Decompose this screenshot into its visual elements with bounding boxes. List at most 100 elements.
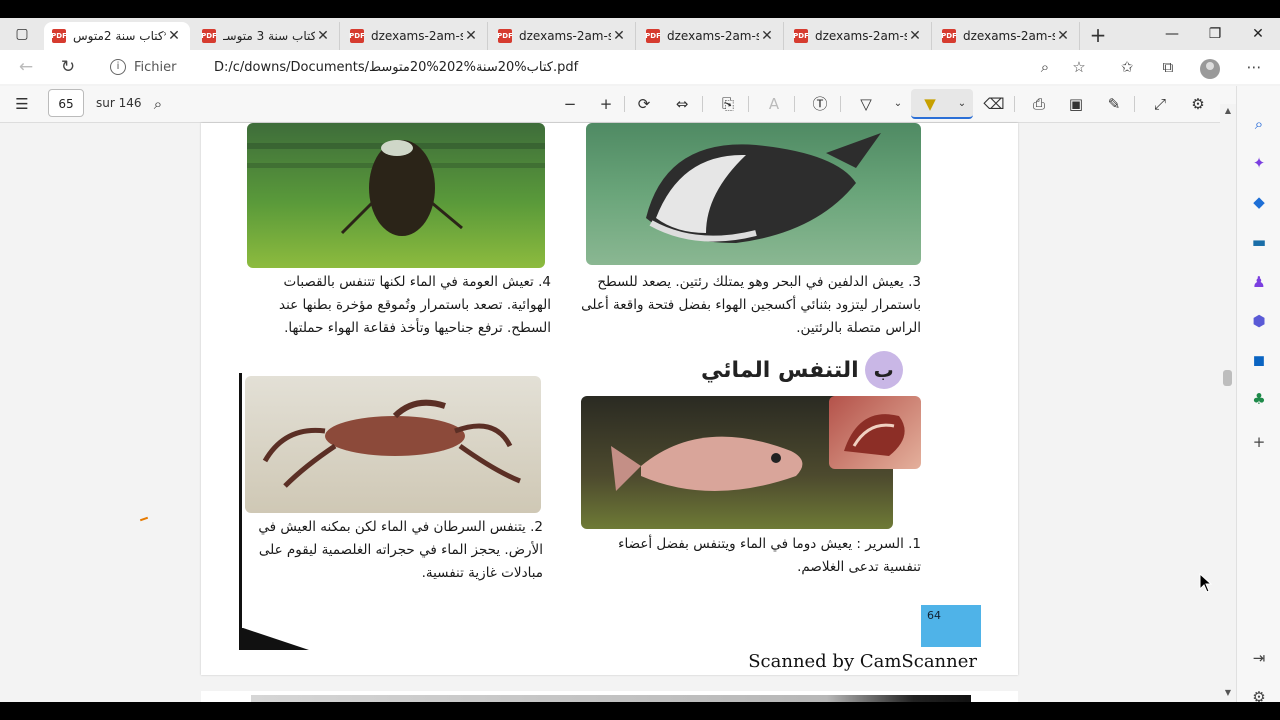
tab-6[interactable]: PDF dzexams-2am-sci ✕ (786, 22, 932, 50)
toolbar-divider (840, 96, 841, 112)
heading-badge: ب (864, 351, 903, 389)
search-icon[interactable]: ⌕ (1249, 114, 1269, 134)
info-icon[interactable]: i (110, 59, 126, 75)
tab-5[interactable]: PDF dzexams-2am-sci ✕ (638, 22, 784, 50)
pdf-file-icon: PDF (941, 29, 957, 43)
erase-icon[interactable]: ⌫ (982, 94, 1006, 114)
url-text[interactable]: D:/c/downs/Documents/كتاب%20سنة%202%20مت… (214, 60, 578, 75)
close-icon[interactable]: ✕ (907, 28, 923, 44)
scroll-thumb[interactable] (1223, 370, 1232, 386)
settings-icon[interactable]: ⚙ (1249, 687, 1269, 702)
heading-title: التنفس المائي (701, 357, 859, 383)
games-icon[interactable]: ♟ (1249, 272, 1269, 292)
zoom-icon[interactable]: ⌕ (1032, 56, 1058, 78)
edge-sidebar: ⌕ ✦ ◆ ▬ ♟ ⬢ ◼ ♣ + ⇥ ⚙ (1236, 86, 1280, 702)
tab-actions-icon[interactable]: ▢ (8, 24, 36, 44)
rotate-icon[interactable]: ⟳ (632, 94, 656, 114)
tab-title: dzexams-2am-sci (815, 29, 907, 43)
favorites-icon[interactable]: ✩ (1114, 56, 1140, 78)
toolbar-divider (1014, 96, 1015, 112)
back-icon[interactable]: ← (14, 56, 38, 78)
tab-title: كتاب سنة 3 متوسـ (223, 29, 315, 43)
tab-2[interactable]: PDF كتاب سنة 3 متوسـ ✕ (194, 22, 340, 50)
dolphin-image (646, 133, 881, 243)
page-border (239, 373, 242, 633)
tab-title: dzexams-2am-sci (519, 29, 611, 43)
scheme-label: Fichier (134, 59, 177, 75)
search-icon[interactable]: ⌕ (146, 94, 170, 114)
zoom-out-icon[interactable]: − (558, 94, 582, 114)
fullscreen-icon[interactable]: ⤢ (1148, 94, 1172, 114)
pdf-viewer: 4. تعيش العومة في الماء لكنها تتنفس بالق… (0, 123, 1220, 702)
page-total-label: sur 146 (96, 96, 142, 110)
close-icon[interactable]: ✕ (611, 28, 627, 44)
print-icon[interactable]: ⎙ (1027, 94, 1051, 114)
tab-title: dzexams-2am-sci (371, 29, 463, 43)
close-window-button[interactable]: ✕ (1238, 22, 1278, 46)
add-favorite-icon[interactable]: ☆ (1066, 56, 1092, 78)
restore-button[interactable]: ❐ (1195, 22, 1235, 46)
draw-icon[interactable]: ▽ (854, 94, 878, 114)
chevron-down-icon[interactable]: ⌄ (950, 94, 974, 114)
profile-avatar[interactable] (1200, 59, 1220, 79)
pdf-file-icon: PDF (201, 29, 217, 43)
toolbar-divider (1134, 96, 1135, 112)
scroll-down-icon[interactable]: ▼ (1223, 688, 1233, 697)
copilot-icon[interactable]: ✦ (1249, 153, 1269, 173)
caption-1: 1. السرير : يعيش دوما في الماء ويتنفس بف… (618, 536, 921, 575)
tab-3[interactable]: PDF dzexams-2am-sci ✕ (342, 22, 488, 50)
close-icon[interactable]: ✕ (166, 28, 182, 44)
tab-7[interactable]: PDF dzexams-2am-sci ✕ (934, 22, 1080, 50)
beetle-photo (247, 123, 545, 268)
scanner-watermark: Scanned by CamScanner (748, 651, 977, 672)
page-number-input[interactable]: 65 (48, 89, 84, 117)
minimize-button[interactable]: — (1152, 22, 1192, 46)
page-view-icon[interactable]: ⎘ (716, 94, 740, 114)
next-pdf-page (201, 691, 1018, 702)
scan-shadow (239, 628, 309, 650)
printed-page-number: 64 (921, 605, 981, 647)
tab-1[interactable]: PDF كتاب سنة 2متوس* ✕ (44, 22, 190, 50)
water-beetle-image (247, 140, 545, 236)
caption-2: 2. يتنفس السرطان في الماء لكن بمكنه العي… (258, 519, 543, 581)
close-icon[interactable]: ✕ (463, 28, 479, 44)
toolbar-divider (624, 96, 625, 112)
tab-title: dzexams-2am-sci (667, 29, 759, 43)
new-tab-button[interactable]: + (1086, 24, 1110, 46)
mouse-cursor-icon (1199, 573, 1213, 593)
add-icon[interactable]: + (1249, 432, 1269, 452)
collections-icon[interactable]: ⧉ (1155, 56, 1181, 78)
close-icon[interactable]: ✕ (315, 28, 331, 44)
close-icon[interactable]: ✕ (1055, 28, 1071, 44)
crab-image (262, 399, 521, 488)
chevron-down-icon[interactable]: ⌄ (886, 94, 910, 114)
read-aloud-icon[interactable]: A (762, 94, 786, 114)
fit-width-icon[interactable]: ⇔ (670, 94, 694, 114)
contents-icon[interactable]: ☰ (10, 94, 34, 114)
save-as-icon[interactable]: ✎ (1102, 94, 1126, 114)
sidebar-toggle-icon[interactable]: ⇥ (1249, 648, 1269, 668)
highlight-icon[interactable]: ▼ (918, 94, 942, 114)
office-icon[interactable]: ⬢ (1249, 311, 1269, 331)
save-icon[interactable]: ▣ (1064, 94, 1088, 114)
close-icon[interactable]: ✕ (759, 28, 775, 44)
dolphin-photo (586, 123, 921, 265)
vertical-scrollbar[interactable]: ▲ ▼ (1220, 104, 1236, 702)
settings-icon[interactable]: ⚙ (1186, 94, 1210, 114)
more-menu-icon[interactable]: ⋯ (1241, 56, 1267, 78)
shopping-icon[interactable]: ◆ (1249, 192, 1269, 212)
scroll-up-icon[interactable]: ▲ (1223, 106, 1233, 115)
refresh-icon[interactable]: ↻ (56, 56, 80, 78)
tab-title: dzexams-2am-sci (963, 29, 1055, 43)
tab-4[interactable]: PDF dzexams-2am-sci ✕ (490, 22, 636, 50)
zoom-in-icon[interactable]: + (594, 94, 618, 114)
pdf-toolbar: ☰ 65 sur 146 ⌕ − + ⟳ ⇔ ⎘ A Ⓣ ▽ ⌄ ▼ ⌄ ⌫ ⎙… (0, 86, 1236, 123)
browser-window: ▢ PDF كتاب سنة 2متوس* ✕ PDF كتاب سنة 3 م… (0, 18, 1280, 702)
letterbox-bottom (0, 702, 1280, 720)
outlook-icon[interactable]: ◼ (1249, 350, 1269, 370)
tools-icon[interactable]: ▬ (1249, 232, 1269, 252)
tree-icon[interactable]: ♣ (1249, 389, 1269, 409)
text-box-icon[interactable]: Ⓣ (808, 94, 832, 114)
url-field[interactable]: i Fichier D:/c/downs/Documents/كتاب%20سن… (96, 54, 1096, 80)
toolbar-divider (794, 96, 795, 112)
